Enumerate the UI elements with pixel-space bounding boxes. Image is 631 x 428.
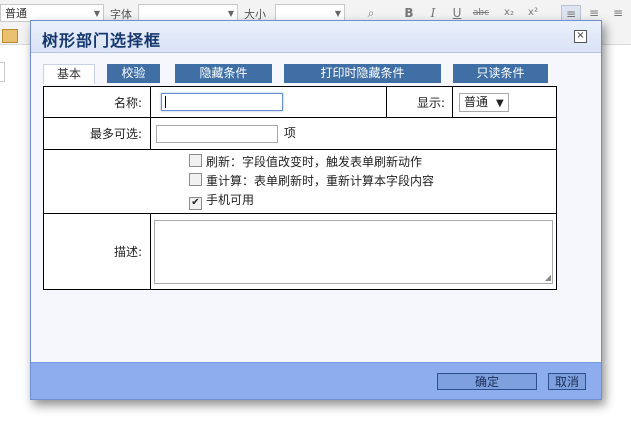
recalculate-label: 重计算：表单刷新时，重新计算本字段内容 <box>206 174 435 188</box>
text-caret <box>165 96 166 108</box>
dept-tree-select-dialog: 树形部门选择框 × 基本 校验 隐藏条件 打印时隐藏条件 只读条件 名称: 显示… <box>30 20 602 400</box>
italic-button[interactable]: I <box>424 5 442 21</box>
max-select-input[interactable] <box>156 124 278 143</box>
basic-form: 名称: 显示: 普通 ▼ 最多可选: 项 刷新：字段值改变时，触发表单刷新动作 … <box>43 86 557 290</box>
chevron-down-icon: ▼ <box>496 97 504 109</box>
find-icon[interactable]: ⌕ <box>362 5 380 21</box>
mobile-checkbox[interactable]: ✔ <box>189 197 202 210</box>
max-select-unit: 项 <box>283 126 296 141</box>
underline-button[interactable]: U <box>448 5 466 21</box>
description-label: 描述: <box>43 213 151 290</box>
recalculate-checkbox[interactable] <box>189 173 202 186</box>
align-center-icon[interactable]: ≡ <box>585 5 603 21</box>
dialog-title: 树形部门选择框 <box>42 31 162 50</box>
resize-grip-icon[interactable]: ◢ <box>545 273 551 282</box>
strikethrough-button[interactable]: abc <box>472 5 490 21</box>
tab-hide-condition[interactable]: 隐藏条件 <box>175 64 272 83</box>
tab-print-hide-condition[interactable]: 打印时隐藏条件 <box>284 64 441 83</box>
dialog-titlebar[interactable]: 树形部门选择框 × <box>31 21 601 53</box>
bold-button[interactable]: B <box>400 5 418 21</box>
cancel-button[interactable]: 取消 <box>548 373 586 390</box>
recalculate-option[interactable]: 重计算：表单刷新时，重新计算本字段内容 <box>189 172 556 191</box>
tab-readonly-condition[interactable]: 只读条件 <box>453 64 548 83</box>
refresh-label: 刷新：字段值改变时，触发表单刷新动作 <box>206 155 423 169</box>
name-input[interactable] <box>161 93 283 111</box>
refresh-option[interactable]: 刷新：字段值改变时，触发表单刷新动作 <box>189 153 556 172</box>
display-select[interactable]: 普通 ▼ <box>459 92 509 112</box>
mobile-label: 手机可用 <box>206 193 255 207</box>
tab-basic[interactable]: 基本 <box>43 64 95 84</box>
close-icon[interactable]: × <box>574 30 587 43</box>
name-label: 名称: <box>43 86 151 118</box>
ok-button[interactable]: 确定 <box>437 373 537 390</box>
display-select-value: 普通 <box>464 94 489 109</box>
style-select-value: 普通 <box>5 7 27 20</box>
canvas-edge <box>0 62 5 82</box>
max-select-label: 最多可选: <box>43 117 151 150</box>
display-label: 显示: <box>386 86 453 118</box>
refresh-checkbox[interactable] <box>189 154 202 167</box>
subscript-button[interactable]: x₂ <box>500 5 518 21</box>
description-textarea[interactable]: ◢ <box>154 219 553 284</box>
mobile-option[interactable]: ✔ 手机可用 <box>189 191 556 210</box>
tab-validation[interactable]: 校验 <box>107 64 160 83</box>
superscript-button[interactable]: x² <box>524 5 542 21</box>
dialog-footer: 确定 取消 <box>31 362 601 399</box>
folder-icon[interactable] <box>2 29 18 43</box>
align-right-icon[interactable]: ≡ <box>609 5 627 21</box>
